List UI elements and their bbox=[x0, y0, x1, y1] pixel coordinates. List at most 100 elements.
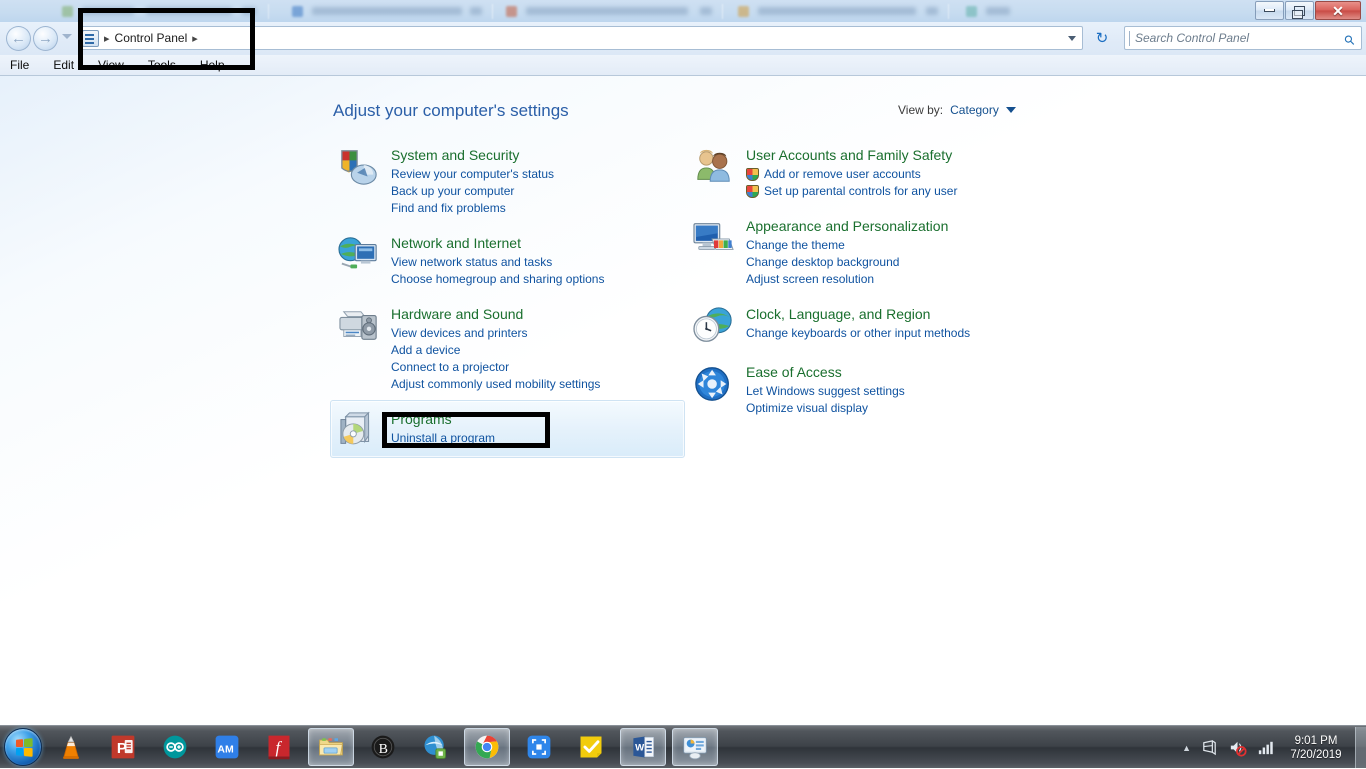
restore-button[interactable] bbox=[1285, 1, 1314, 20]
taskbar-items: P AM f B bbox=[42, 728, 718, 766]
category-task-link[interactable]: Adjust commonly used mobility settings bbox=[391, 376, 678, 393]
search-icon: ⚲ bbox=[1341, 26, 1364, 49]
svg-text:B: B bbox=[379, 742, 388, 757]
category-task-link[interactable]: Let Windows suggest settings bbox=[746, 383, 1038, 400]
globe-and-monitor-icon bbox=[331, 233, 387, 288]
taskbar-item-fusion-app[interactable]: f bbox=[256, 728, 302, 766]
show-hidden-icons-icon[interactable]: ▲ bbox=[1182, 743, 1191, 753]
action-center-icon[interactable] bbox=[1200, 738, 1219, 757]
category-task-link[interactable]: Connect to a projector bbox=[391, 359, 678, 376]
taskbar-item-google-chrome[interactable] bbox=[464, 728, 510, 766]
clock[interactable]: 9:01 PM 7/20/2019 bbox=[1284, 734, 1348, 762]
ghost-tab-title bbox=[526, 7, 688, 15]
back-button[interactable]: ← bbox=[6, 26, 31, 51]
breadcrumb-control-panel[interactable]: Control Panel bbox=[115, 31, 188, 45]
category-title[interactable]: Programs bbox=[391, 409, 452, 429]
category-task-link[interactable]: Add or remove user accounts bbox=[746, 166, 1038, 183]
menu-item-help[interactable]: Help bbox=[200, 58, 225, 72]
category-task-link[interactable]: Find and fix problems bbox=[391, 200, 678, 217]
category-task-link[interactable]: Optimize visual display bbox=[746, 400, 1038, 417]
category-task-link[interactable]: Change desktop background bbox=[746, 254, 1038, 271]
start-button[interactable] bbox=[4, 728, 42, 766]
refresh-button[interactable]: ↻ bbox=[1092, 28, 1112, 48]
taskbar-item-arduino-ide[interactable] bbox=[152, 728, 198, 766]
category-title[interactable]: User Accounts and Family Safety bbox=[746, 145, 952, 165]
forward-button[interactable]: → bbox=[33, 26, 58, 51]
chevron-down-icon[interactable] bbox=[1006, 107, 1016, 113]
windows-logo-icon bbox=[15, 738, 32, 757]
taskbar-item-powerpoint[interactable]: P bbox=[100, 728, 146, 766]
category-title[interactable]: Appearance and Personalization bbox=[746, 216, 948, 236]
address-dropdown-icon[interactable] bbox=[1068, 36, 1076, 41]
category-task-link[interactable]: Change the theme bbox=[746, 237, 1038, 254]
close-button[interactable]: ✕ bbox=[1315, 1, 1361, 20]
ghost-tab-title bbox=[82, 7, 134, 15]
category-task-link[interactable]: Uninstall a program bbox=[391, 430, 678, 447]
taskbar-item-microsoft-word[interactable]: W bbox=[620, 728, 666, 766]
taskbar-item-tasks-note[interactable] bbox=[568, 728, 614, 766]
ghost-tab-separator bbox=[492, 4, 493, 19]
category-title[interactable]: Network and Internet bbox=[391, 233, 521, 253]
category-task-link[interactable]: Set up parental controls for any user bbox=[746, 183, 1038, 200]
category-task-link[interactable]: Review your computer's status bbox=[391, 166, 678, 183]
category-task-link[interactable]: Add a device bbox=[391, 342, 678, 359]
taskbar-item-am-app[interactable]: AM bbox=[204, 728, 250, 766]
category-task-link[interactable]: View network status and tasks bbox=[391, 254, 678, 271]
volume-muted-icon[interactable] bbox=[1228, 738, 1247, 757]
category-task-link[interactable]: View devices and printers bbox=[391, 325, 678, 342]
category-column-left: System and SecurityReview your computer'… bbox=[330, 136, 685, 458]
category-task-link[interactable]: Choose homegroup and sharing options bbox=[391, 271, 678, 288]
category-body: Ease of AccessLet Windows suggest settin… bbox=[742, 362, 1038, 417]
category-title[interactable]: Clock, Language, and Region bbox=[746, 304, 930, 324]
close-icon: ✕ bbox=[1332, 4, 1344, 18]
menu-item-view[interactable]: View bbox=[98, 58, 124, 72]
page-title: Adjust your computer's settings bbox=[333, 101, 569, 121]
breadcrumb-separator-icon[interactable]: ▸ bbox=[187, 32, 203, 45]
category-task-label: Set up parental controls for any user bbox=[764, 183, 957, 200]
menu-item-tools[interactable]: Tools bbox=[148, 58, 176, 72]
menu-item-edit[interactable]: Edit bbox=[53, 58, 74, 72]
category-clock-language-and-region[interactable]: Clock, Language, and RegionChange keyboa… bbox=[685, 295, 1045, 353]
category-network-and-internet[interactable]: Network and InternetView network status … bbox=[330, 224, 685, 295]
ghost-tab-close bbox=[700, 7, 712, 15]
recent-pages-chevron-icon[interactable] bbox=[62, 34, 72, 39]
ghost-tab-title bbox=[758, 7, 916, 15]
category-ease-of-access[interactable]: Ease of AccessLet Windows suggest settin… bbox=[685, 353, 1045, 424]
search-control-panel-box[interactable]: Search Control Panel ⚲ bbox=[1124, 26, 1362, 50]
category-programs[interactable]: ProgramsUninstall a program bbox=[330, 400, 685, 458]
taskbar-item-vlc-media-player[interactable] bbox=[48, 728, 94, 766]
taskbar-item-b-app[interactable]: B bbox=[360, 728, 406, 766]
category-title[interactable]: System and Security bbox=[391, 145, 519, 165]
address-bar[interactable]: ▸ Control Panel ▸ bbox=[78, 26, 1083, 50]
taskbar-item-control-panel[interactable] bbox=[672, 728, 718, 766]
shield-and-chart-icon bbox=[331, 145, 387, 217]
category-title[interactable]: Hardware and Sound bbox=[391, 304, 523, 324]
show-desktop-button[interactable] bbox=[1355, 727, 1366, 768]
clock-and-globe-icon bbox=[686, 304, 742, 346]
refresh-icon: ↻ bbox=[1096, 29, 1109, 47]
taskbar-item-legacy-browser[interactable] bbox=[412, 728, 458, 766]
taskbar: P AM f B bbox=[0, 725, 1366, 768]
view-by-value[interactable]: Category bbox=[950, 103, 999, 117]
back-arrow-icon: ← bbox=[11, 31, 26, 46]
taskbar-item-windows-explorer[interactable] bbox=[308, 728, 354, 766]
navigation-bar: ← → ▸ Control Panel ▸ ↻ Search Control P… bbox=[0, 22, 1366, 55]
ease-of-access-icon bbox=[686, 362, 742, 417]
taskbar-item-screen-capture-tool[interactable] bbox=[516, 728, 562, 766]
network-signal-icon[interactable] bbox=[1256, 738, 1275, 757]
category-hardware-and-sound[interactable]: Hardware and SoundView devices and print… bbox=[330, 295, 685, 400]
view-by-control[interactable]: View by: Category bbox=[898, 103, 1016, 117]
category-system-and-security[interactable]: System and SecurityReview your computer'… bbox=[330, 136, 685, 224]
search-input[interactable]: Search Control Panel bbox=[1130, 31, 1344, 45]
category-column-right: User Accounts and Family SafetyAdd or re… bbox=[685, 136, 1045, 424]
minimize-button[interactable] bbox=[1255, 1, 1284, 20]
category-task-link[interactable]: Adjust screen resolution bbox=[746, 271, 1038, 288]
category-user-accounts-and-family-safety[interactable]: User Accounts and Family SafetyAdd or re… bbox=[685, 136, 1045, 207]
category-task-link[interactable]: Back up your computer bbox=[391, 183, 678, 200]
category-task-link[interactable]: Change keyboards or other input methods bbox=[746, 325, 1038, 342]
category-body: System and SecurityReview your computer'… bbox=[387, 145, 678, 217]
menu-item-file[interactable]: File bbox=[10, 58, 29, 72]
category-appearance-and-personalization[interactable]: Appearance and PersonalizationChange the… bbox=[685, 207, 1045, 295]
category-title[interactable]: Ease of Access bbox=[746, 362, 842, 382]
printer-and-speaker-icon bbox=[331, 304, 387, 393]
